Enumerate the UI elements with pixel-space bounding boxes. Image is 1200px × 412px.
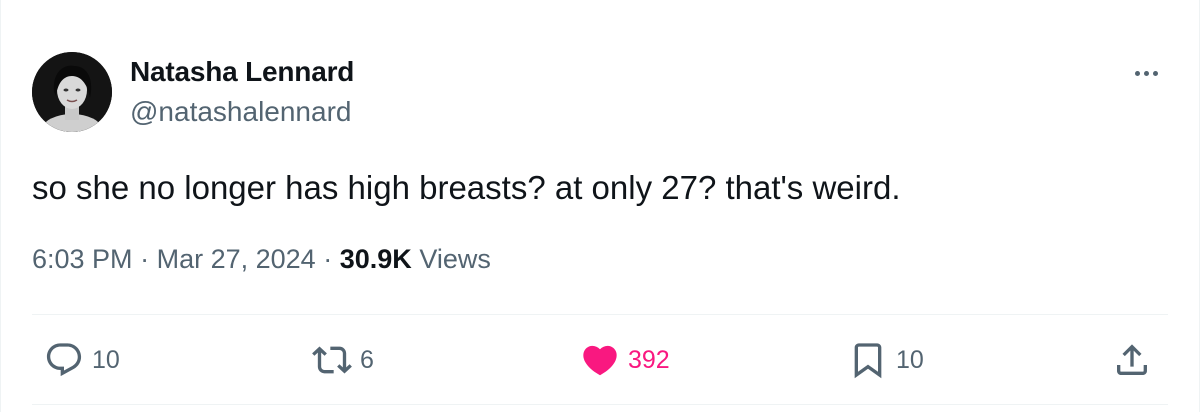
profile-photo-icon xyxy=(32,52,112,132)
tweet-time[interactable]: 6:03 PM xyxy=(32,244,133,274)
views-label: Views xyxy=(419,244,491,274)
retweet-button[interactable]: 6 xyxy=(312,336,374,384)
author-handle[interactable]: @natashalennard xyxy=(130,96,351,128)
action-bar: 10 6 392 10 xyxy=(0,336,1200,384)
meta-separator: · xyxy=(140,244,150,274)
reply-icon xyxy=(46,343,82,377)
tweet-card: Natasha Lennard @natashalennard so she n… xyxy=(0,0,1200,412)
like-button[interactable]: 392 xyxy=(580,336,670,384)
bookmark-count: 10 xyxy=(896,345,924,374)
share-button[interactable] xyxy=(1112,336,1152,384)
tweet-meta: 6:03 PM · Mar 27, 2024 · 30.9K Views xyxy=(32,244,491,275)
tweet-text: so she no longer has high breasts? at on… xyxy=(32,169,901,206)
more-dot-icon xyxy=(1143,70,1149,76)
avatar[interactable] xyxy=(32,52,112,132)
retweet-icon xyxy=(312,346,352,374)
tweet-date[interactable]: Mar 27, 2024 xyxy=(157,244,316,274)
bookmark-button[interactable]: 10 xyxy=(848,336,924,384)
bookmark-icon xyxy=(854,343,882,379)
divider xyxy=(32,404,1168,405)
more-options-button[interactable] xyxy=(1126,58,1166,88)
reply-count: 10 xyxy=(92,345,120,374)
reply-button[interactable]: 10 xyxy=(44,336,120,384)
retweet-count: 6 xyxy=(360,345,374,374)
author-name[interactable]: Natasha Lennard xyxy=(130,56,354,88)
like-count: 392 xyxy=(628,345,670,374)
more-dot-icon xyxy=(1134,70,1140,76)
meta-separator: · xyxy=(323,244,333,274)
divider xyxy=(32,314,1168,315)
views-count[interactable]: 30.9K xyxy=(340,244,412,274)
share-icon xyxy=(1117,344,1147,375)
heart-icon xyxy=(583,345,617,376)
more-dot-icon xyxy=(1152,70,1158,76)
